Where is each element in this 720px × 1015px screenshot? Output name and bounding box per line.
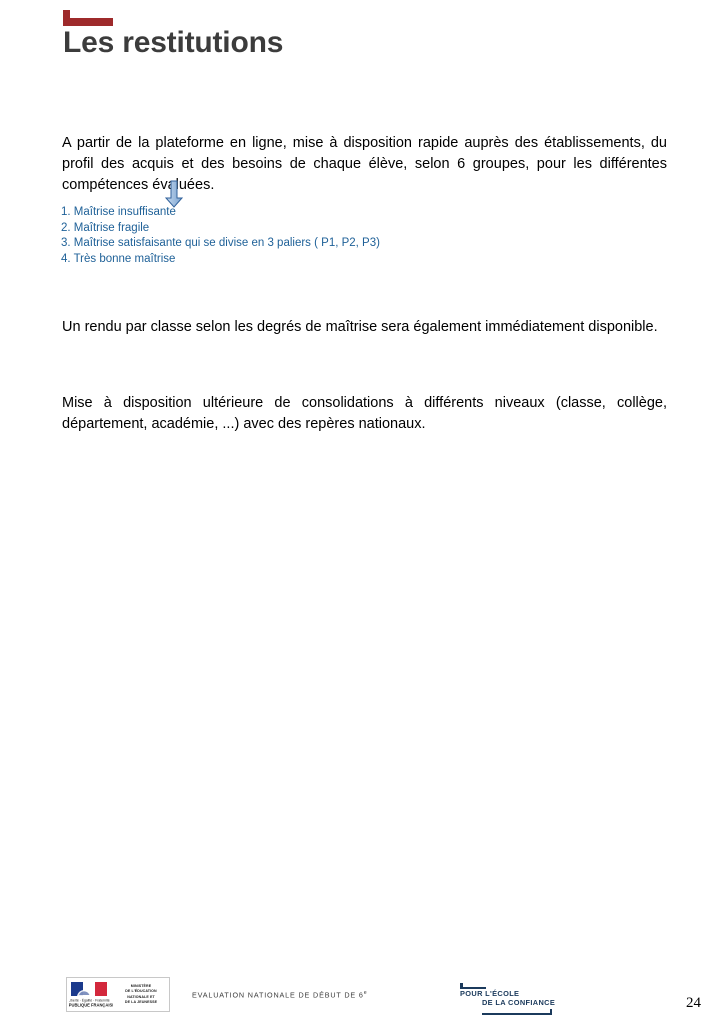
confiance-accent-mark-icon	[460, 983, 486, 989]
list-item: 1. Maîtrise insuffisante	[61, 205, 581, 221]
slide-canvas: Les restitutions A partir de la platefor…	[0, 0, 720, 540]
confiance-accent-bar	[460, 987, 486, 990]
paragraph-consolidations: Mise à disposition ultérieure de consoli…	[62, 393, 667, 435]
slide-footer: Liberté · Égalité · Fraternité RÉPUBLIQU…	[0, 486, 720, 540]
confiance-base-rule	[482, 1009, 552, 1015]
evaluation-label: EVALUATION NATIONALE DE DÉBUT DE 6e	[192, 990, 368, 999]
paragraph-class-report: Un rendu par classe selon les degrés de …	[62, 317, 667, 338]
confiance-base-tick	[550, 1009, 553, 1015]
page-number: 24	[686, 995, 701, 1012]
title-accent-bar	[63, 18, 113, 26]
evaluation-label-superscript: e	[364, 990, 368, 996]
list-item: 4. Très bonne maîtrise	[61, 252, 581, 268]
ministry-name-block: MINISTÈRE DE L'ÉDUCATION NATIONALE ET DE…	[115, 984, 169, 1005]
ministry-line-4: DE LA JEUNESSE	[115, 1000, 167, 1005]
ministry-logo: Liberté · Égalité · Fraternité RÉPUBLIQU…	[66, 977, 170, 1012]
confiance-line-2: DE LA CONFIANCE	[460, 998, 555, 1007]
mastery-degree-list: 1. Maîtrise insuffisante 2. Maîtrise fra…	[61, 205, 581, 267]
down-arrow-icon	[164, 180, 184, 208]
list-item: 3. Maîtrise satisfaisante qui se divise …	[61, 236, 581, 252]
evaluation-label-text: EVALUATION NATIONALE DE DÉBUT DE 6	[192, 990, 364, 999]
paragraph-platform-access: A partir de la plateforme en ligne, mise…	[62, 133, 667, 196]
title-block: Les restitutions	[63, 10, 663, 60]
page-title: Les restitutions	[63, 26, 663, 60]
confiance-line-1: POUR L'ÉCOLE	[460, 989, 555, 998]
title-accent-mark-icon	[63, 10, 113, 26]
list-item: 2. Maîtrise fragile	[61, 221, 581, 237]
marianne-flag-icon: Liberté · Égalité · Fraternité RÉPUBLIQU…	[67, 979, 115, 1010]
confiance-logo: POUR L'ÉCOLE DE LA CONFIANCE	[460, 983, 555, 1013]
svg-text:RÉPUBLIQUE FRANÇAISE: RÉPUBLIQUE FRANÇAISE	[69, 1003, 113, 1008]
